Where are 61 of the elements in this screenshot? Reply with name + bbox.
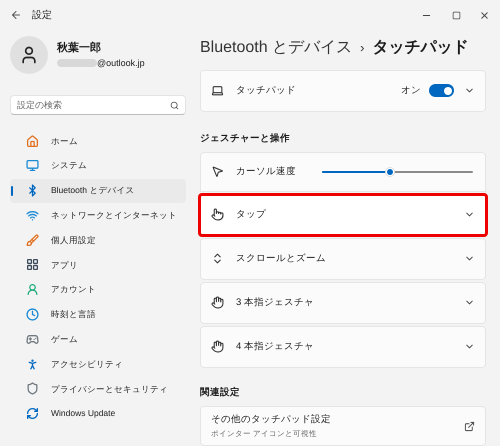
external-link-icon: [464, 420, 475, 432]
search-field[interactable]: 設定の検索: [10, 95, 186, 115]
user-name: 秋葉一郎: [57, 40, 102, 56]
slider-thumb[interactable]: [384, 166, 395, 177]
sidebar-item[interactable]: プライバシーとセキュリティ: [10, 376, 186, 401]
breadcrumb-separator: ›: [360, 39, 364, 57]
search-icon: [170, 101, 179, 110]
user-email: @outlook.jp: [97, 56, 145, 70]
expander-card[interactable]: 4 本指ジェスチャ: [200, 326, 486, 368]
setting-label: タッチパッド: [236, 84, 296, 98]
maximize-icon[interactable]: [452, 10, 461, 20]
window-title: 設定: [32, 8, 52, 22]
setting-label: 3 本指ジェスチャ: [236, 296, 314, 310]
sidebar-item[interactable]: アカウント: [10, 278, 186, 302]
back-icon[interactable]: [10, 9, 22, 21]
monitor-icon: [26, 159, 39, 172]
accessibility-icon: [26, 358, 39, 371]
expander-card[interactable]: 3 本指ジェスチャ: [200, 282, 486, 324]
gamepad-icon: [26, 332, 39, 346]
bluetooth-icon: [26, 184, 39, 198]
expander-card[interactable]: タップ: [200, 194, 486, 236]
sidebar-item[interactable]: ゲーム: [10, 327, 186, 352]
wifi-icon: [26, 208, 39, 222]
page-title: タッチパッド: [372, 38, 468, 58]
sidebar-item[interactable]: アプリ: [10, 252, 186, 277]
sidebar-item[interactable]: アクセシビリティ: [10, 352, 186, 376]
setting-label: タップ: [236, 208, 266, 222]
toggle-switch[interactable]: [429, 84, 454, 98]
close-icon[interactable]: [479, 10, 490, 20]
sidebar-item[interactable]: 時刻と言語: [10, 302, 186, 327]
touchpad-icon: [211, 84, 224, 98]
person-icon: [26, 283, 39, 296]
section-heading: ジェスチャーと操作: [200, 132, 291, 146]
blurred-text: [57, 59, 97, 68]
speed-slider[interactable]: [322, 166, 473, 177]
toggle-state: オン: [401, 84, 421, 98]
update-icon: [26, 407, 39, 420]
hand-icon: [211, 340, 224, 354]
tap-icon: [211, 208, 224, 222]
hand-icon: [211, 296, 224, 310]
cursor-icon: [211, 165, 224, 178]
clock-icon: [26, 308, 39, 322]
setting-label: スクロールとズーム: [236, 252, 326, 266]
shield-icon: [26, 382, 39, 396]
sidebar-item[interactable]: 個人用設定: [10, 228, 186, 252]
apps-icon: [26, 258, 39, 272]
sidebar-item[interactable]: システム: [10, 154, 186, 178]
setting-label: カーソル速度: [236, 164, 297, 179]
avatar: [10, 36, 48, 74]
expander-card[interactable]: スクロールとズーム: [200, 238, 486, 280]
home-icon: [26, 134, 39, 148]
selection-indicator: [11, 186, 13, 196]
breadcrumb-link[interactable]: Bluetooth とデバイス: [200, 36, 352, 60]
sidebar-item[interactable]: ホーム: [10, 129, 186, 153]
setting-label: 4 本指ジェスチャ: [236, 340, 314, 354]
sidebar-item[interactable]: Bluetooth とデバイス: [10, 178, 186, 203]
section-heading: 関連設定: [200, 386, 241, 400]
brush-icon: [26, 234, 39, 247]
link-title: その他のタッチパッド設定: [211, 413, 331, 428]
sidebar-item[interactable]: Windows Update: [10, 402, 186, 426]
sidebar-item[interactable]: ネットワークとインターネット: [10, 203, 186, 228]
